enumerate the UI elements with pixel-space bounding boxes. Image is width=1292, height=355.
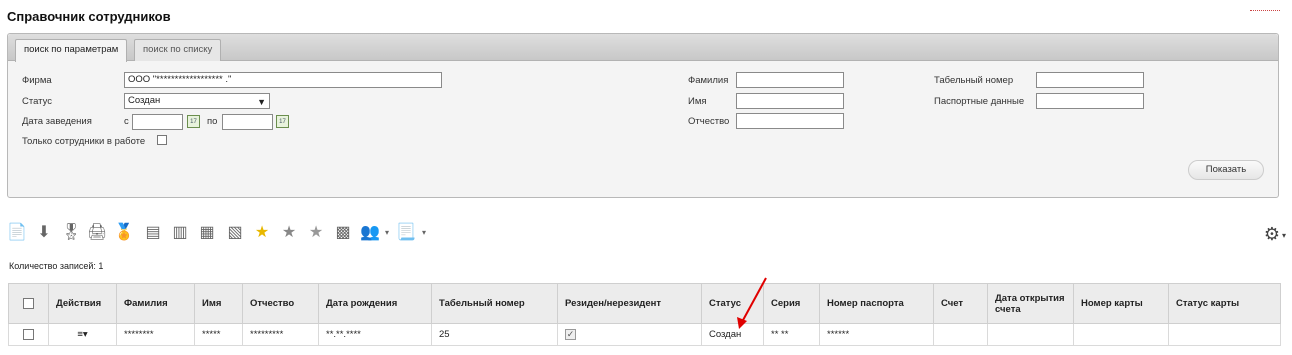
cell-open-date bbox=[987, 323, 1074, 346]
search-panel: поиск по параметрам поиск по списку Фирм… bbox=[7, 33, 1279, 198]
cell-account bbox=[933, 323, 988, 346]
lastname-label: Фамилия bbox=[688, 75, 729, 86]
column-header[interactable]: Счет bbox=[933, 283, 988, 324]
firstname-label: Имя bbox=[688, 96, 707, 107]
status-label: Статус bbox=[22, 96, 53, 107]
firstname-input[interactable] bbox=[736, 93, 844, 109]
calendar-icon[interactable]: 17 bbox=[187, 115, 200, 128]
tab-search-by-params[interactable]: поиск по параметрам bbox=[15, 39, 128, 62]
status-select-value: Создан bbox=[128, 95, 161, 106]
cell-tabnum: 25 bbox=[431, 323, 558, 346]
card-edit-icon[interactable]: ▦ bbox=[197, 222, 217, 244]
column-header[interactable]: Номер карты bbox=[1073, 283, 1169, 324]
firm-input[interactable]: ООО "****************** ." bbox=[124, 72, 442, 88]
new-document-icon[interactable]: 📄 bbox=[7, 222, 27, 244]
column-header[interactable]: Действия bbox=[48, 283, 117, 324]
tabnum-label: Табельный номер bbox=[934, 75, 1014, 86]
column-header[interactable]: Фамилия bbox=[116, 283, 195, 324]
created-date-label: Дата заведения bbox=[22, 116, 92, 127]
employees-table: Действия Фамилия Имя Отчество Дата рожде… bbox=[8, 283, 1281, 346]
created-from-label: с bbox=[124, 116, 129, 127]
card-list-icon[interactable]: ▩ bbox=[333, 222, 353, 244]
decorative-divider bbox=[1250, 10, 1280, 11]
select-all-checkbox-cell[interactable] bbox=[8, 283, 49, 324]
lastname-input[interactable] bbox=[736, 72, 844, 88]
tab-bar: поиск по параметрам поиск по списку bbox=[8, 34, 1278, 62]
award-check-icon[interactable]: 🏅 bbox=[114, 222, 134, 244]
cell-resident: ✓ bbox=[557, 323, 702, 346]
records-count: Количество записей: 1 bbox=[9, 261, 104, 271]
column-header[interactable]: Дата рождения bbox=[318, 283, 432, 324]
table-header-row: Действия Фамилия Имя Отчество Дата рожде… bbox=[8, 283, 1281, 324]
chevron-down-icon: ▼ bbox=[257, 97, 266, 107]
column-header[interactable]: Серия bbox=[763, 283, 820, 324]
users-icon[interactable]: 👥 bbox=[360, 222, 380, 244]
calendar-icon[interactable]: 17 bbox=[276, 115, 289, 128]
star-gray-alt-icon[interactable]: ★ bbox=[306, 222, 326, 244]
created-to-input[interactable] bbox=[222, 114, 273, 130]
show-button[interactable]: Показать bbox=[1188, 160, 1264, 180]
status-select[interactable]: Создан ▼ bbox=[124, 93, 270, 109]
column-header[interactable]: Номер паспорта bbox=[819, 283, 934, 324]
cell-lastname: ******** bbox=[116, 323, 195, 346]
row-checkbox-cell[interactable] bbox=[8, 323, 49, 346]
passport-label: Паспортные данные bbox=[934, 96, 1025, 107]
page-title: Справочник сотрудников bbox=[7, 9, 171, 24]
award-icon[interactable]: 🎖 bbox=[61, 222, 81, 244]
users-dropdown-icon[interactable]: ▾ bbox=[383, 222, 391, 244]
gear-icon[interactable]: ⚙ bbox=[1264, 224, 1280, 245]
column-header[interactable]: Статус bbox=[701, 283, 764, 324]
column-header[interactable]: Статус карты bbox=[1168, 283, 1281, 324]
only-working-label: Только сотрудники в работе bbox=[22, 136, 146, 147]
chevron-down-icon[interactable]: ▾ bbox=[1282, 231, 1286, 240]
column-header[interactable]: Дата открытия счета bbox=[987, 283, 1074, 324]
card-alt-icon[interactable]: ▥ bbox=[170, 222, 190, 244]
patronymic-label: Отчество bbox=[688, 116, 730, 127]
card-stack-icon[interactable]: ▧ bbox=[225, 222, 245, 244]
print-icon[interactable]: 🖨 bbox=[87, 222, 107, 244]
passport-input[interactable] bbox=[1036, 93, 1144, 109]
row-actions-menu[interactable]: ≡▾ bbox=[48, 323, 117, 346]
column-header[interactable]: Резиден/нерезидент bbox=[557, 283, 702, 324]
created-to-label: по bbox=[207, 116, 218, 127]
card-icon[interactable]: ▤ bbox=[143, 222, 163, 244]
document-menu-icon[interactable]: 📃 bbox=[396, 222, 416, 244]
download-icon[interactable]: ⬇ bbox=[34, 222, 54, 244]
created-from-input[interactable] bbox=[132, 114, 183, 130]
menu-icon[interactable]: ≡▾ bbox=[77, 329, 87, 340]
table-row[interactable]: ≡▾ ******** ***** ********* **.**.**** 2… bbox=[8, 323, 1281, 346]
resident-checkbox: ✓ bbox=[565, 328, 576, 340]
star-gray-icon[interactable]: ★ bbox=[279, 222, 299, 244]
star-icon[interactable]: ★ bbox=[252, 222, 272, 244]
patronymic-input[interactable] bbox=[736, 113, 844, 129]
tabnum-input[interactable] bbox=[1036, 72, 1144, 88]
document-dropdown-icon[interactable]: ▾ bbox=[420, 222, 428, 244]
column-header[interactable]: Табельный номер bbox=[431, 283, 558, 324]
cell-series: ** ** bbox=[763, 323, 820, 346]
cell-patronymic: ********* bbox=[242, 323, 319, 346]
only-working-checkbox[interactable] bbox=[157, 135, 167, 145]
column-header[interactable]: Имя bbox=[194, 283, 243, 324]
tab-search-by-list[interactable]: поиск по списку bbox=[134, 39, 222, 61]
cell-status: Создан bbox=[701, 323, 764, 346]
row-checkbox[interactable] bbox=[23, 328, 34, 340]
select-all-checkbox[interactable] bbox=[23, 297, 34, 309]
cell-passport-no: ****** bbox=[819, 323, 934, 346]
cell-birthdate: **.**.**** bbox=[318, 323, 432, 346]
cell-card-status bbox=[1168, 323, 1281, 346]
cell-card-no bbox=[1073, 323, 1169, 346]
firm-label: Фирма bbox=[22, 75, 52, 86]
cell-firstname: ***** bbox=[194, 323, 243, 346]
column-header[interactable]: Отчество bbox=[242, 283, 319, 324]
